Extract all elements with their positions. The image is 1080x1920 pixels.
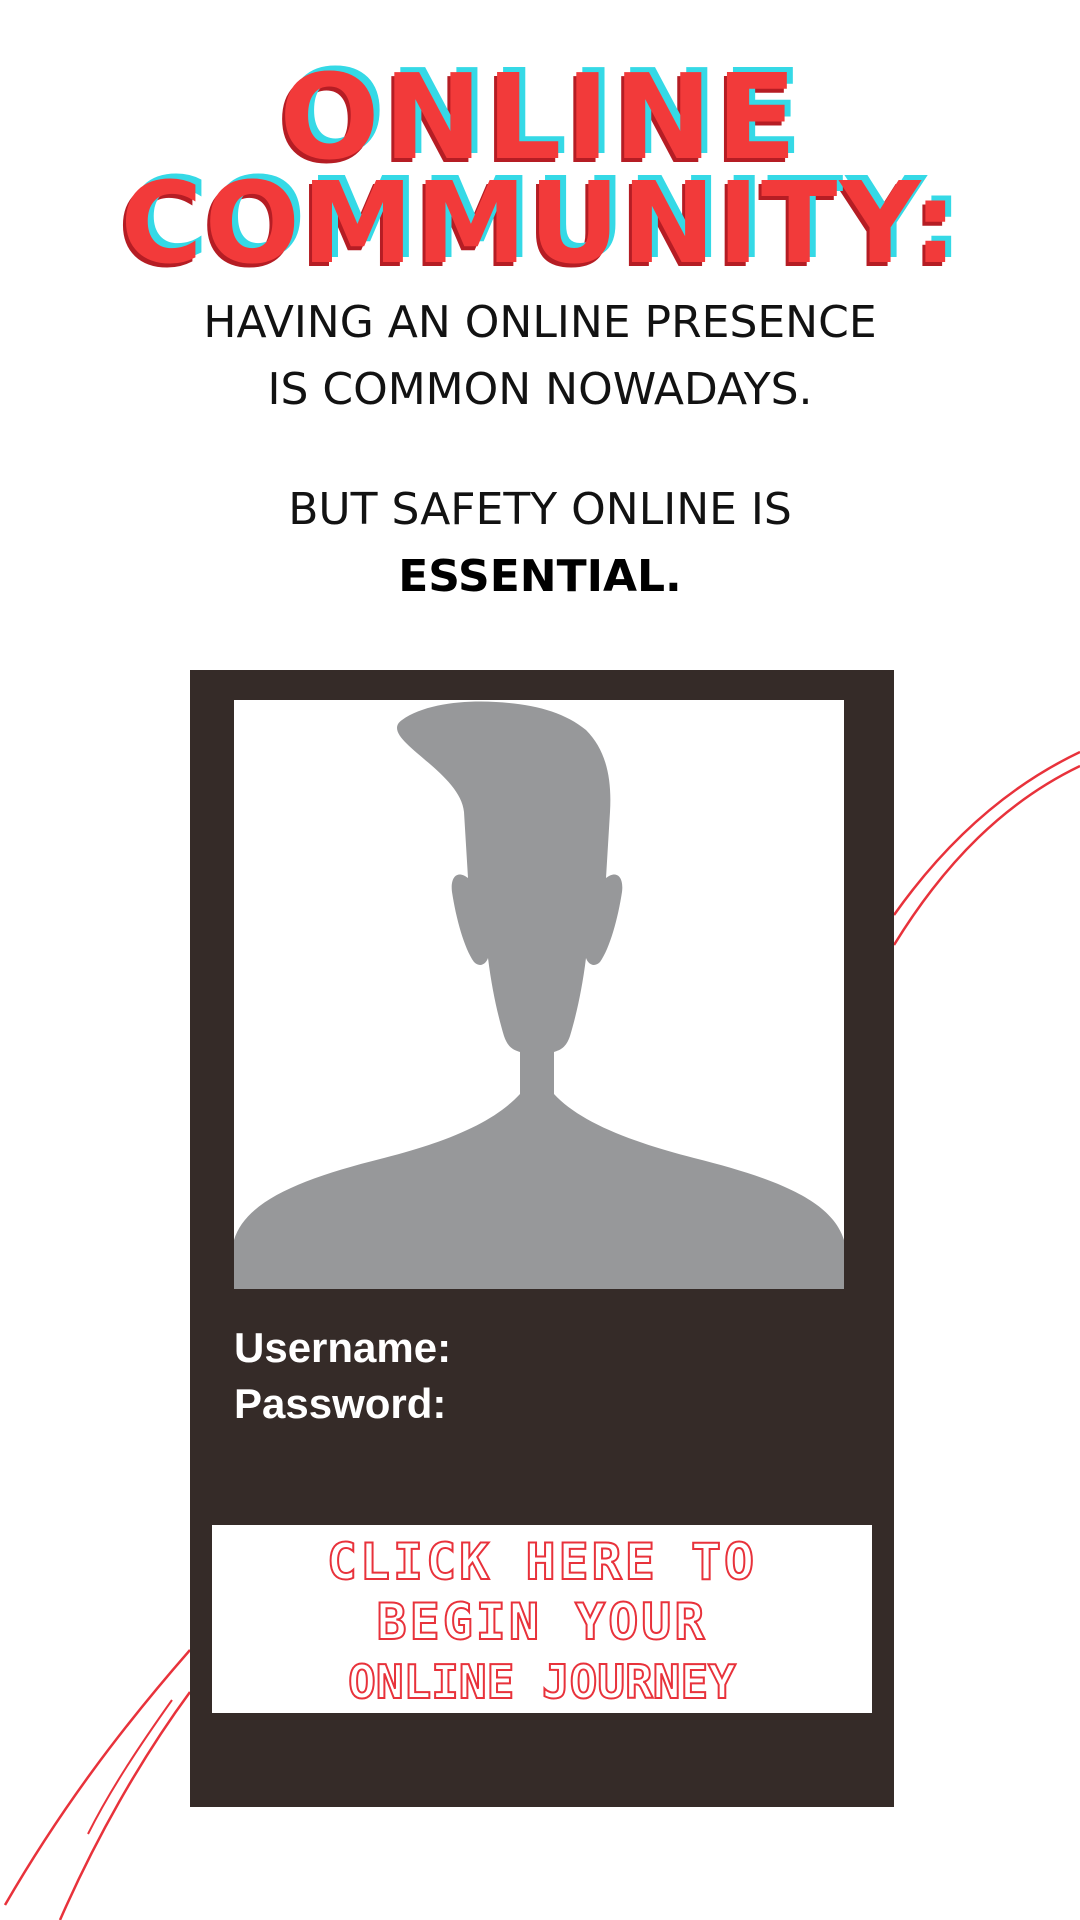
intro-text-line-3: BUT SAFETY ONLINE IS	[288, 484, 792, 535]
intro-text-emphasis: ESSENTIAL.	[398, 551, 682, 602]
headline-line-2: COMMUNITY:	[120, 159, 960, 289]
cta-text-line-2: BEGIN YOUR	[375, 1592, 708, 1652]
username-label: Username:	[234, 1324, 452, 1371]
intro-text-line-1: HAVING AN ONLINE PRESENCE	[203, 297, 877, 348]
intro-text-line-2: IS COMMON NOWADAYS.	[267, 364, 813, 415]
cta-text-line-3: ONLINE JOURNEY	[347, 1654, 737, 1710]
poster: ONLINE COMMUNITY: HAVING AN ONLINE PRESE…	[0, 0, 1080, 1920]
profile-card: Username: Password: CLICK HERE TO BEGIN …	[190, 670, 894, 1807]
password-label: Password:	[234, 1380, 447, 1427]
begin-journey-button[interactable]: CLICK HERE TO BEGIN YOUR ONLINE JOURNEY	[212, 1525, 872, 1713]
person-silhouette-icon	[234, 701, 844, 1289]
cta-text-line-1: CLICK HERE TO	[326, 1532, 758, 1592]
profile-photo-placeholder	[234, 700, 844, 1289]
